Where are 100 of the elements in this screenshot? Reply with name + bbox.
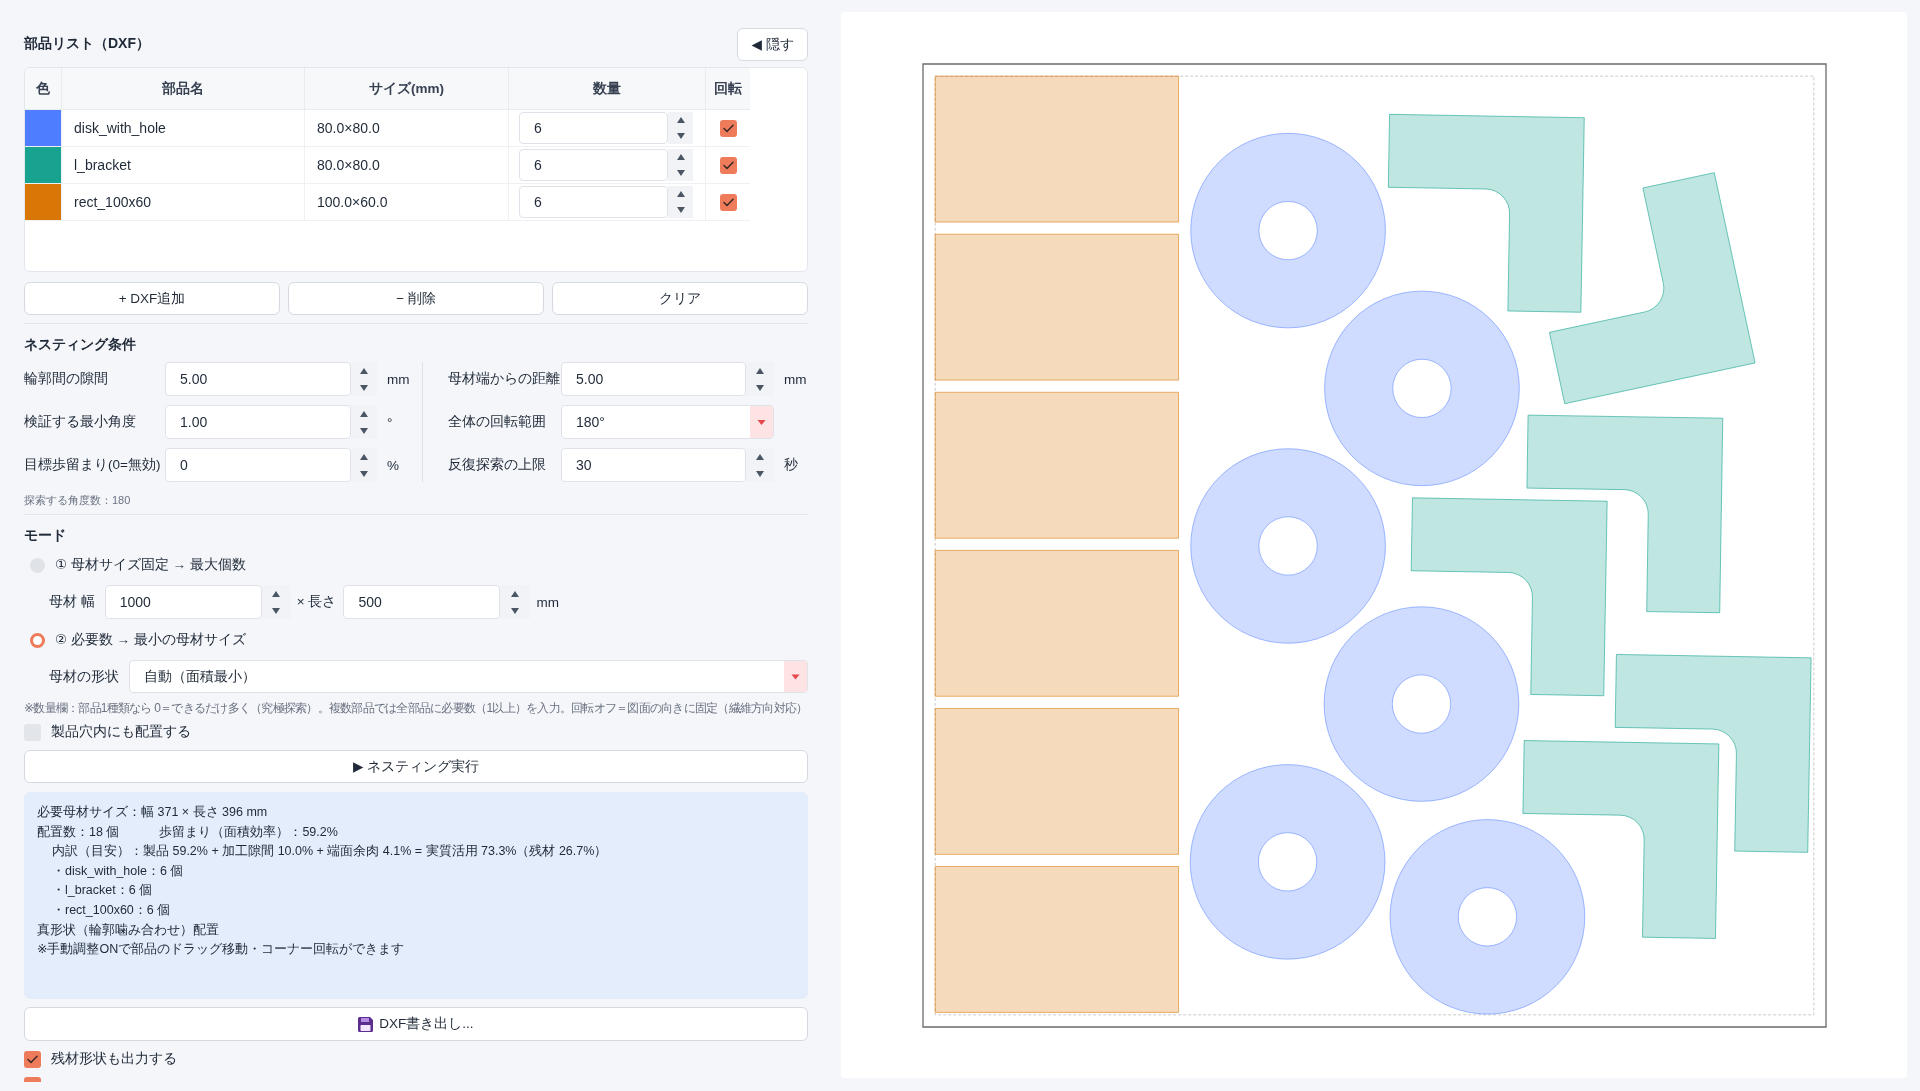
- checkmark-icon: [722, 197, 734, 207]
- step-up-button[interactable]: [668, 149, 693, 165]
- caret-down-icon: [511, 607, 520, 614]
- option-label: ② 必要数 → 最小の母材サイズ: [55, 631, 246, 649]
- dropdown-caret-icon[interactable]: [750, 406, 773, 438]
- step-down-button[interactable]: [746, 465, 774, 482]
- caret-up-icon: [676, 154, 685, 160]
- checkbox-label: 製品穴内にも配置する: [51, 723, 191, 741]
- step-up-button[interactable]: [261, 585, 291, 602]
- step-down-button[interactable]: [500, 602, 531, 619]
- step-down-button[interactable]: [351, 465, 377, 482]
- caret-down-icon: [360, 384, 368, 391]
- checkbox[interactable]: [719, 193, 737, 211]
- panel-title: 部品リスト（DXF）: [24, 34, 150, 52]
- step-down-button[interactable]: [261, 602, 291, 619]
- step-up-button[interactable]: [746, 362, 774, 379]
- option-label: ① 母材サイズ固定 → 最大個数: [55, 556, 246, 574]
- field-label: 反復探索の上限: [448, 456, 547, 474]
- caret-down-icon: [756, 470, 764, 477]
- caret-up-icon: [511, 590, 520, 597]
- radio-button[interactable]: [30, 632, 45, 648]
- result-text: 必要母材サイズ：幅 371 × 長さ 396 mm: [37, 804, 268, 821]
- number-input[interactable]: 6: [519, 112, 668, 144]
- table-cell: disk_with_hole: [62, 110, 305, 147]
- step-up-button[interactable]: [351, 362, 377, 379]
- unit-label: mm: [784, 371, 807, 387]
- checkbox[interactable]: [24, 1077, 41, 1082]
- number-input[interactable]: 1.00: [165, 405, 351, 439]
- action-button[interactable]: − 削除: [288, 282, 544, 315]
- result-text: 内訳（目安）：製品 59.2% + 加工隙間 10.0% + 端面余肉 4.1% = 実質活用 73.3%（残材 26.7%）: [52, 843, 608, 861]
- caret-down-icon: [676, 207, 685, 213]
- column-header: 色: [25, 68, 62, 110]
- step-down-button[interactable]: [351, 422, 377, 439]
- column-header: サイズ(mm): [305, 68, 509, 110]
- step-down-button[interactable]: [668, 128, 693, 144]
- number-input[interactable]: 6: [519, 186, 668, 218]
- section-title: モード: [24, 526, 67, 544]
- dropdown-select[interactable]: 自動（面積最小）: [129, 660, 808, 693]
- step-up-button[interactable]: [668, 186, 693, 202]
- column-header: 部品名: [62, 68, 305, 110]
- result-text: 真形状（輪郭噛み合わせ）配置: [37, 921, 219, 939]
- number-input[interactable]: 30: [561, 448, 746, 482]
- checkbox[interactable]: [24, 1050, 41, 1068]
- caret-up-icon: [360, 410, 368, 417]
- field-label: 目標歩留まり(0=無効): [24, 456, 162, 474]
- unit-label: mm: [387, 371, 410, 387]
- checkmark-icon: [27, 1054, 38, 1064]
- column-header: 回転: [706, 68, 750, 110]
- checkbox-label: 残材形状も出力する: [51, 1050, 177, 1068]
- caret-down-icon: [756, 384, 764, 391]
- caret-down-icon: [360, 470, 368, 477]
- result-text: 歩留まり（面積効率）：59.2%: [159, 823, 338, 841]
- result-text: ※手動調整ONで部品のドラッグ移動・コーナー回転ができます: [37, 941, 405, 959]
- step-up-button[interactable]: [668, 112, 693, 128]
- caret-up-icon: [756, 453, 764, 460]
- table-cell: 80.0×80.0: [305, 147, 509, 184]
- column-header: 数量: [509, 68, 706, 110]
- number-input[interactable]: 1000: [104, 585, 262, 619]
- dropdown-select[interactable]: 180°: [561, 405, 774, 439]
- field-label: 母材 幅: [49, 593, 95, 611]
- step-down-button[interactable]: [746, 379, 774, 396]
- caret-up-icon: [676, 117, 685, 123]
- step-down-button[interactable]: [351, 379, 377, 396]
- field-label: 輪郭間の隙間: [24, 370, 109, 388]
- step-down-button[interactable]: [668, 202, 693, 218]
- step-up-button[interactable]: [746, 448, 774, 465]
- action-button[interactable]: クリア: [552, 282, 808, 315]
- step-up-button[interactable]: [351, 448, 377, 465]
- caret-up-icon: [756, 367, 764, 374]
- checkbox[interactable]: [719, 156, 737, 174]
- table-cell: rect_100x60: [62, 184, 305, 221]
- angle-count-text: 探索する角度数：180: [24, 493, 132, 507]
- number-input[interactable]: 0: [165, 448, 351, 482]
- action-button[interactable]: + DXF追加: [24, 282, 280, 315]
- result-text: ・rect_100x60：6 個: [52, 901, 171, 919]
- table-cell: 80.0×80.0: [305, 110, 509, 147]
- note-text: ※数量欄：部品1種類なら 0＝できるだけ多く（究極探索）。複数部品では全部品に必要数（1以上）を入力。回転オフ＝図面の向きに固定（繊維方向対応）: [24, 701, 808, 715]
- hide-button[interactable]: ◀ 隠す: [737, 28, 808, 61]
- run-nesting-button[interactable]: ▶ ネスティング実行: [24, 750, 808, 783]
- step-down-button[interactable]: [668, 165, 693, 181]
- checkbox[interactable]: [719, 119, 737, 137]
- table-cell: 100.0×60.0: [305, 184, 509, 221]
- number-input[interactable]: 6: [519, 149, 668, 181]
- result-text: ・disk_with_hole：6 個: [52, 862, 184, 880]
- step-up-button[interactable]: [351, 405, 377, 422]
- number-input[interactable]: 5.00: [165, 362, 351, 396]
- caret-down-icon: [676, 170, 685, 176]
- export-dxf-button[interactable]: DXF書き出し...: [24, 1007, 808, 1041]
- field-label: 母材の形状: [49, 667, 119, 686]
- field-label: 検証する最小角度: [24, 413, 137, 431]
- number-input[interactable]: 500: [343, 585, 501, 619]
- number-input[interactable]: 5.00: [561, 362, 746, 396]
- unit-label: °: [387, 414, 393, 430]
- caret-up-icon: [360, 453, 368, 460]
- checkmark-icon: [722, 160, 734, 170]
- step-up-button[interactable]: [500, 585, 531, 602]
- field-label: × 長さ: [296, 593, 337, 611]
- unit-label: %: [387, 457, 399, 473]
- caret-down-icon: [360, 427, 368, 434]
- unit-label: mm: [536, 594, 559, 610]
